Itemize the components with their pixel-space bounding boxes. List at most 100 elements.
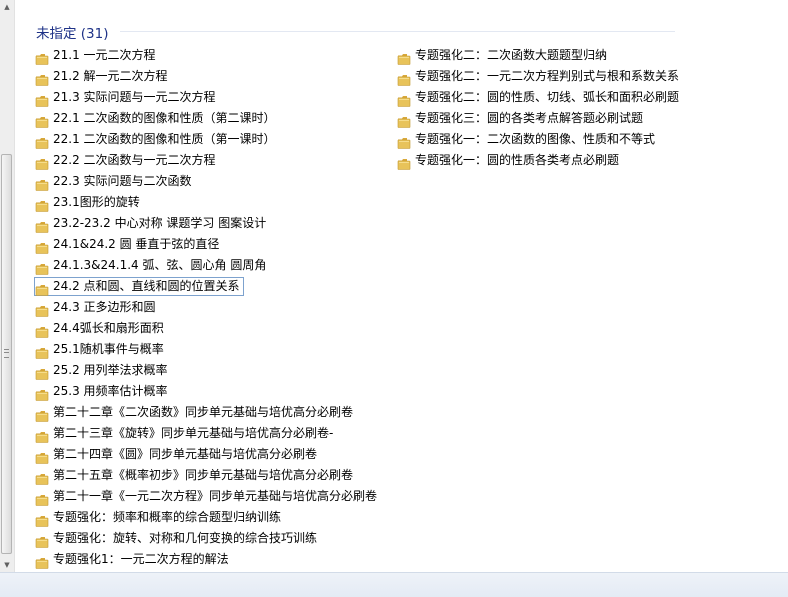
folder-item-inner: 专题强化二：圆的性质、切线、弧长和面积必刷题 [396,88,683,107]
folder-label: 专题强化1：一元二次方程的解法 [53,552,229,566]
folder-label: 专题强化：频率和概率的综合题型归纳训练 [53,510,282,524]
folder-item-inner: 24.1.3&24.1.4 弧、弦、圆心角 圆周角 [34,256,270,275]
folder-item[interactable]: 24.4弧长和扇形面积 [31,318,381,339]
folder-label: 25.2 用列举法求概率 [53,363,168,377]
folder-item[interactable]: 专题强化二：一元二次方程判别式与根和系数关系 [393,66,683,87]
folder-item[interactable]: 22.2 二次函数与一元二次方程 [31,150,381,171]
folder-item-inner: 24.4弧长和扇形面积 [34,319,168,338]
scroll-down-arrow-icon[interactable]: ▼ [0,558,14,572]
folder-item-inner: 专题强化：频率和概率的综合题型归纳训练 [34,508,285,527]
folder-label: 22.1 二次函数的图像和性质（第二课时） [53,111,276,125]
folder-icon [35,491,49,506]
folder-label: 23.2-23.2 中心对称 课题学习 图案设计 [53,216,267,230]
folder-label: 21.3 实际问题与一元二次方程 [53,90,216,104]
folder-icon [35,50,49,65]
folder-item[interactable]: 专题强化：频率和概率的综合题型归纳训练 [31,507,381,528]
folder-icon [35,512,49,527]
folder-item-inner: 22.1 二次函数的图像和性质（第一课时） [34,130,280,149]
folder-item[interactable]: 专题强化二：二次函数大题题型归纳 [393,45,683,66]
folder-item[interactable]: 第二十五章《概率初步》同步单元基础与培优高分必刷卷 [31,465,381,486]
folder-item-inner: 第二十三章《旋转》同步单元基础与培优高分必刷卷- [34,424,337,443]
folder-item-inner: 25.2 用列举法求概率 [34,361,172,380]
folder-icon [35,449,49,464]
folder-icon [397,113,411,128]
folder-item[interactable]: 25.2 用列举法求概率 [31,360,381,381]
folder-icon [35,113,49,128]
folder-label: 24.1&24.2 圆 垂直于弦的直径 [53,237,220,251]
folder-item[interactable]: 24.3 正多边形和圆 [31,297,381,318]
folder-item-inner: 23.1图形的旋转 [34,193,144,212]
folder-item[interactable]: 25.1随机事件与概率 [31,339,381,360]
group-divider [120,31,675,32]
folder-item[interactable]: 专题强化二：圆的性质、切线、弧长和面积必刷题 [393,87,683,108]
details-pane [0,572,788,597]
folder-item-inner: 21.3 实际问题与一元二次方程 [34,88,220,107]
folder-icon [35,470,49,485]
folder-item-inner: 25.3 用频率估计概率 [34,382,172,401]
folder-icon [35,176,49,191]
folder-label: 第二十三章《旋转》同步单元基础与培优高分必刷卷- [53,426,334,440]
folder-label: 专题强化二：二次函数大题题型归纳 [415,48,608,62]
folder-icon [35,281,49,296]
folder-item[interactable]: 22.1 二次函数的图像和性质（第一课时） [31,129,381,150]
folder-item[interactable]: 25.3 用频率估计概率 [31,381,381,402]
folder-label: 专题强化：旋转、对称和几何变换的综合技巧训练 [53,531,318,545]
folder-icon [35,323,49,338]
folder-icon [397,50,411,65]
folder-label: 第二十二章《二次函数》同步单元基础与培优高分必刷卷 [53,405,354,419]
folder-item[interactable]: 第二十二章《二次函数》同步单元基础与培优高分必刷卷 [31,402,381,423]
folder-item[interactable]: 专题强化：旋转、对称和几何变换的综合技巧训练 [31,528,381,549]
scrollbar-thumb[interactable] [1,154,12,554]
folder-item[interactable]: 24.1.3&24.1.4 弧、弦、圆心角 圆周角 [31,255,381,276]
folder-item[interactable]: 22.1 二次函数的图像和性质（第二课时） [31,108,381,129]
folder-item[interactable]: 专题强化1：一元二次方程的解法 [31,549,381,570]
folder-item[interactable]: 24.2 点和圆、直线和圆的位置关系 [31,276,381,297]
folder-item[interactable]: 21.1 一元二次方程 [31,45,381,66]
folder-label: 专题强化二：圆的性质、切线、弧长和面积必刷题 [415,90,680,104]
folder-item-inner: 第二十一章《一元二次方程》同步单元基础与培优高分必刷卷 [34,487,381,506]
folder-icon [35,533,49,548]
folder-icon [35,365,49,380]
folder-item-inner: 22.3 实际问题与二次函数 [34,172,196,191]
folder-label: 23.1图形的旋转 [53,195,140,209]
folder-item-inner: 21.1 一元二次方程 [34,46,160,65]
folder-item[interactable]: 21.2 解一元二次方程 [31,66,381,87]
folder-item[interactable]: 专题强化一：二次函数的图像、性质和不等式 [393,129,683,150]
vertical-scrollbar[interactable]: ▲ ▼ [0,0,15,572]
folder-label: 24.4弧长和扇形面积 [53,321,164,335]
folder-label: 21.2 解一元二次方程 [53,69,168,83]
folder-item[interactable]: 23.2-23.2 中心对称 课题学习 图案设计 [31,213,381,234]
folder-list-left: 21.1 一元二次方程 21.2 解一元二次方程 21.3 实际问题与一元二次方程 2… [31,45,381,570]
folder-item[interactable]: 第二十四章《圆》同步单元基础与培优高分必刷卷 [31,444,381,465]
folder-icon [35,260,49,275]
folder-item[interactable]: 24.1&24.2 圆 垂直于弦的直径 [31,234,381,255]
grip-icon [4,349,9,358]
folder-icon [35,386,49,401]
folder-item-inner: 专题强化一：二次函数的图像、性质和不等式 [396,130,659,149]
folder-item[interactable]: 23.1图形的旋转 [31,192,381,213]
folder-item-inner: 专题强化一：圆的性质各类考点必刷题 [396,151,623,170]
group-title: 未指定 (31) [36,26,109,42]
folder-icon [35,218,49,233]
folder-icon [397,92,411,107]
folder-label: 第二十一章《一元二次方程》同步单元基础与培优高分必刷卷 [53,489,378,503]
folder-item[interactable]: 第二十三章《旋转》同步单元基础与培优高分必刷卷- [31,423,381,444]
folder-item-inner: 25.1随机事件与概率 [34,340,168,359]
scroll-up-arrow-icon[interactable]: ▲ [0,0,14,14]
folder-item[interactable]: 第二十一章《一元二次方程》同步单元基础与培优高分必刷卷 [31,486,381,507]
folder-item[interactable]: 22.3 实际问题与二次函数 [31,171,381,192]
folder-label: 24.1.3&24.1.4 弧、弦、圆心角 圆周角 [53,258,267,272]
folder-label: 24.3 正多边形和圆 [53,300,156,314]
folder-icon [397,134,411,149]
folder-icon [35,155,49,170]
folder-item-inner: 24.3 正多边形和圆 [34,298,160,317]
folder-item-inner: 专题强化：旋转、对称和几何变换的综合技巧训练 [34,529,321,548]
folder-item[interactable]: 21.3 实际问题与一元二次方程 [31,87,381,108]
folder-icon [35,134,49,149]
folder-label: 第二十四章《圆》同步单元基础与培优高分必刷卷 [53,447,318,461]
folder-item-inner: 专题强化1：一元二次方程的解法 [34,550,233,569]
group-header[interactable]: 未指定 (31) [36,22,109,42]
folder-item[interactable]: 专题强化三：圆的各类考点解答题必刷试题 [393,108,683,129]
folder-label: 22.2 二次函数与一元二次方程 [53,153,216,167]
folder-item[interactable]: 专题强化一：圆的性质各类考点必刷题 [393,150,683,171]
